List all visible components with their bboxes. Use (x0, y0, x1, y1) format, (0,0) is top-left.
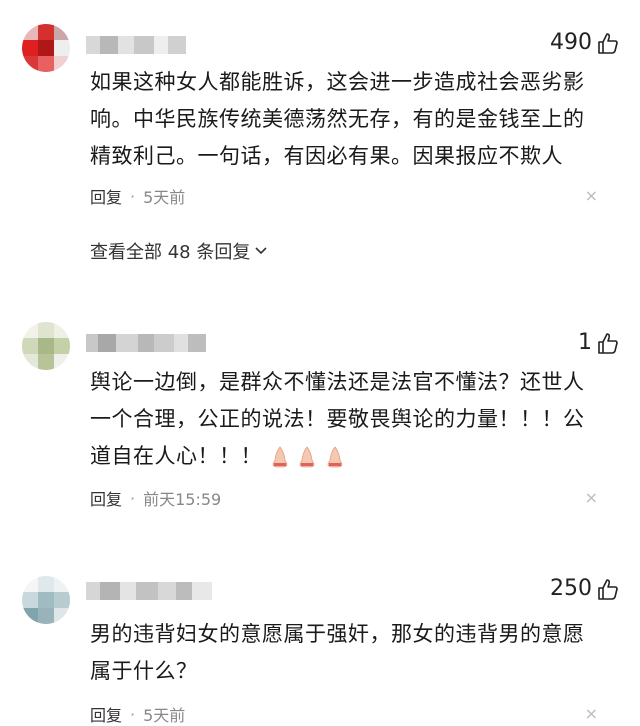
like-count[interactable]: 490 (550, 30, 618, 55)
thumbs-up-icon[interactable] (598, 578, 618, 600)
like-count-value: 490 (550, 30, 592, 55)
comment-text: 如果这种女人都能胜诉，这会进一步造成社会恶劣影响。中华民族传统美德荡然无存，有的… (90, 70, 585, 168)
username-blurred[interactable] (86, 334, 206, 352)
close-icon[interactable]: × (585, 488, 598, 507)
praying-hands-emoji-2 (299, 446, 315, 468)
separator-dot: · (130, 186, 136, 206)
avatar[interactable] (22, 576, 70, 624)
praying-hands-emoji-1 (272, 446, 288, 468)
like-count[interactable]: 250 (550, 576, 618, 601)
timestamp: 5天前 (143, 706, 186, 725)
comment-text: 男的违背妇女的意愿属于强奸，那女的违背男的意愿属于什么？ (90, 622, 585, 683)
separator-dot: · (130, 704, 136, 724)
praying-hands-emoji-3 (327, 446, 342, 468)
comment-item: 490 如果这种女人都能胜诉，这会进一步造成社会恶劣影响。中华民族传统美德荡然无… (0, 0, 640, 290)
avatar[interactable] (22, 24, 70, 72)
comment-meta: 回复 · 前天15:59 (90, 486, 221, 510)
comment-text: 舆论一边倒，是群众不懂法还是法官不懂法？还世人一个合理，公正的说法！要敬畏舆论的… (90, 364, 600, 475)
chevron-down-icon (255, 247, 267, 255)
username-blurred[interactable] (86, 582, 212, 600)
reply-button[interactable]: 回复 (90, 184, 122, 208)
avatar[interactable] (22, 322, 70, 370)
timestamp: 前天15:59 (143, 490, 222, 509)
separator-dot: · (130, 488, 136, 508)
close-icon[interactable]: × (585, 186, 598, 205)
thumbs-up-icon[interactable] (598, 332, 618, 354)
thumbs-up-icon[interactable] (598, 32, 618, 54)
comment-meta: 回复 · 5天前 (90, 184, 185, 208)
view-all-replies-link[interactable]: 查看全部 48 条回复 (90, 238, 268, 264)
username-blurred[interactable] (86, 36, 186, 54)
reply-button[interactable]: 回复 (90, 702, 122, 726)
view-all-replies-label: 查看全部 48 条回复 (90, 242, 251, 263)
comment-item: 1 舆论一边倒，是群众不懂法还是法官不懂法？还世人一个合理，公正的说法！要敬畏舆… (0, 300, 640, 540)
timestamp: 5天前 (143, 188, 186, 207)
reply-button[interactable]: 回复 (90, 486, 122, 510)
comment-meta: 回复 · 5天前 (90, 702, 185, 726)
like-count-value: 1 (578, 330, 592, 355)
comment-item: 250 男的违背妇女的意愿属于强奸，那女的违背男的意愿属于什么？ 回复 · 5天… (0, 560, 640, 725)
like-count-value: 250 (550, 576, 592, 601)
like-count[interactable]: 1 (578, 330, 618, 355)
close-icon[interactable]: × (585, 704, 598, 723)
